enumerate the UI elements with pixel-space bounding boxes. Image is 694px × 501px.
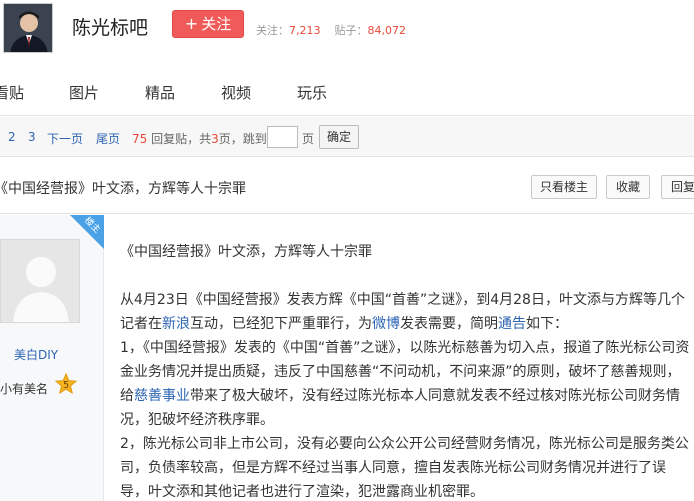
author-level-name[interactable]: 小有美名 (0, 380, 48, 397)
follow-label: 关注 (201, 15, 232, 33)
page-total: 3 (211, 132, 219, 146)
intro-text-c: 发表需要，简明 (400, 316, 498, 332)
op-badge: 楼主 (70, 215, 104, 249)
followers-label: 关注： (256, 24, 289, 37)
level-star-icon: 5 (54, 372, 78, 395)
confirm-button[interactable]: 确定 (319, 125, 359, 149)
weibo-link[interactable]: 微博 (372, 316, 400, 332)
post-heading: 《中国经营报》叶文添，方辉等人十宗罪 (120, 244, 372, 260)
post-content: 《中国经营报》叶文添，方辉等人十宗罪 从4月23日《中国经营报》发表方辉《中国“… (120, 240, 690, 501)
notice-link[interactable]: 通告 (498, 316, 526, 332)
thread-title-bar: 《中国经营报》叶文添，方辉等人十宗罪 只看楼主 收藏 回复 (0, 158, 694, 214)
tab-featured[interactable]: 精品 (145, 82, 175, 103)
posts-count: 84,072 (367, 24, 407, 37)
charity-link[interactable]: 慈善事业 (134, 388, 190, 404)
author-avatar[interactable] (0, 239, 80, 323)
post-paragraph-1: 1，《中国经营报》发表的《中国“首善”之谜》，以陈光标慈善为切入点，报道了陈光标… (120, 336, 690, 432)
follow-button[interactable]: + 关注 (172, 10, 244, 38)
page-text: 页，跳到 (218, 132, 267, 146)
posts-label: 贴子： (334, 24, 368, 37)
author-name[interactable]: 美白DIY (14, 346, 58, 363)
page-link-3[interactable]: 3 (28, 130, 36, 144)
followers-count: 7,213 (289, 24, 321, 37)
forum-header: 陈光标吧 + 关注 关注：7,213 贴子：84,072 (0, 0, 694, 64)
forum-stats: 关注：7,213 贴子：84,072 (256, 22, 420, 38)
forum-tabs: 看贴 图片 精品 视频 玩乐 (0, 64, 694, 116)
page-jump-input[interactable] (267, 126, 298, 148)
reply-button[interactable]: 回复 (661, 175, 694, 199)
reply-text: 回复贴，共 (151, 132, 212, 146)
level-badge[interactable]: 5 (54, 372, 78, 395)
intro-text-d: 如下： (526, 316, 568, 332)
page-link-2[interactable]: 2 (8, 130, 16, 144)
person-photo-icon (4, 4, 52, 52)
sina-link[interactable]: 新浪 (162, 316, 190, 332)
forum-name[interactable]: 陈光标吧 (72, 13, 148, 40)
point1-text-b: 带来了极大破坏，没有经过陈光标本人同意就发表不经过核对陈光标公司财务情况，犯破坏… (120, 388, 680, 428)
reply-summary: 75 回复贴，共3页，跳到 (132, 130, 267, 147)
plus-icon: + (184, 14, 199, 33)
forum-avatar[interactable] (3, 3, 53, 53)
level-number: 5 (63, 380, 69, 391)
tab-videos[interactable]: 视频 (221, 82, 251, 103)
thread-title: 《中国经营报》叶文添，方辉等人十宗罪 (0, 181, 246, 197)
last-page-link[interactable]: 尾页 (96, 130, 120, 147)
tab-fun[interactable]: 玩乐 (297, 82, 327, 103)
collect-button[interactable]: 收藏 (606, 175, 650, 199)
page-unit: 页 (302, 132, 315, 146)
default-avatar-icon (1, 240, 79, 322)
next-page-link[interactable]: 下一页 (47, 130, 83, 147)
reply-count: 75 (132, 132, 148, 146)
post-paragraph-2: 2，陈光标公司非上市公司，没有必要向公众公开公司经营财务情况，陈光标公司是服务类… (120, 436, 689, 500)
pagination-bar: 2 3 下一页 尾页 75 回复贴，共3页，跳到 页 确定 (0, 117, 694, 157)
tab-images[interactable]: 图片 (69, 82, 99, 103)
only-op-button[interactable]: 只看楼主 (531, 175, 597, 199)
post-paragraph-intro: 从4月23日《中国经营报》发表方辉《中国“首善”之谜》，到4月28日，叶文添与方… (120, 288, 690, 336)
tab-posts[interactable]: 看贴 (0, 82, 24, 103)
intro-text-b: 互动，已经犯下严重罪行，为 (190, 316, 372, 332)
